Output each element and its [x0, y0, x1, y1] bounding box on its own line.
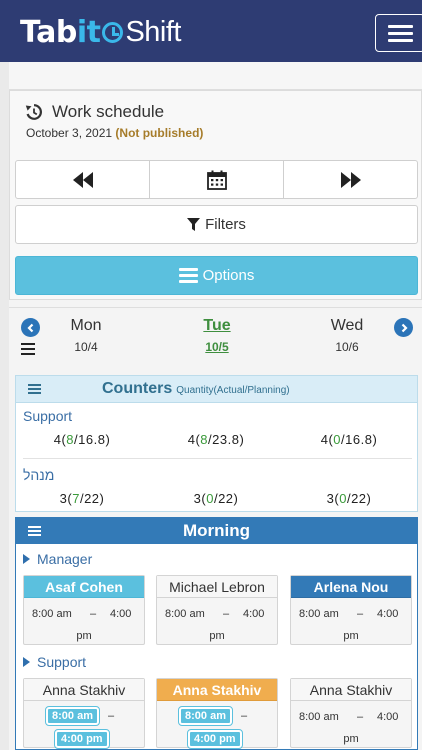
shift-times: 8:00 am – 4:00 pm	[291, 701, 411, 747]
shift-times: 8:00 am – 4:00 pm	[24, 701, 144, 747]
shift-times: 8:00 am – 4:00 pm	[157, 598, 277, 644]
group-toggle-manager[interactable]: Manager	[23, 551, 92, 567]
shift-times: 8:00 am – 4:00 pm	[157, 701, 277, 747]
next-day-button[interactable]	[394, 318, 413, 337]
group-label: Manager	[37, 551, 92, 567]
counters-header: Counters Quantity(Actual/Planning)	[16, 376, 417, 403]
day-date: 10/4	[46, 340, 126, 354]
day-date: 10/6	[307, 340, 387, 354]
day-column-mon[interactable]: Mon 10/4	[46, 317, 126, 354]
shift-card[interactable]: Anna Stakhiv 8:00 am – 4:00 pm	[290, 678, 412, 748]
schedule-title: Work schedule	[25, 102, 164, 122]
day-name: Tue	[177, 317, 257, 335]
hamburger-menu-button[interactable]	[375, 14, 422, 52]
morning-shift-panel: Morning Manager Asaf Cohen 8:00 am – 4:0…	[15, 517, 418, 750]
shift-times: 8:00 am – 4:00 pm	[291, 598, 411, 644]
shift-card[interactable]: Asaf Cohen 8:00 am – 4:00 pm	[23, 575, 145, 645]
counter-row-label: מנהל	[23, 467, 54, 483]
schedule-title-text: Work schedule	[52, 102, 164, 122]
options-button[interactable]: Options	[15, 256, 418, 295]
counter-row-label: Support	[23, 408, 72, 424]
menu-bar-icon	[388, 39, 413, 42]
shift-card[interactable]: Anna Stakhiv 8:00 am – 4:00 pm	[23, 678, 145, 748]
shift-start-badge: 8:00 am	[46, 707, 99, 725]
logo-text-it: it	[77, 15, 101, 50]
chevron-left-icon	[26, 323, 36, 333]
divider	[23, 458, 412, 459]
shift-card[interactable]: Michael Lebron 8:00 am – 4:00 pm	[156, 575, 278, 645]
previous-day-button[interactable]	[21, 318, 40, 337]
filters-label: Filters	[205, 216, 246, 233]
schedule-date: October 3, 2021 (Not published)	[26, 126, 203, 140]
counters-subtitle: Quantity(Actual/Planning)	[176, 385, 289, 396]
counters-title-text: Counters	[102, 380, 172, 397]
day-column-wed[interactable]: Wed 10/6	[307, 317, 387, 354]
shift-card[interactable]: Arlena Nou 8:00 am – 4:00 pm	[290, 575, 412, 645]
fast-forward-icon	[341, 172, 361, 188]
logo-text-shift: Shift	[125, 16, 181, 49]
left-gutter	[0, 62, 9, 750]
caret-right-icon	[23, 554, 30, 564]
employee-name: Asaf Cohen	[24, 576, 144, 598]
shift-start-badge: 8:00 am	[179, 707, 232, 725]
day-name: Mon	[46, 317, 126, 335]
history-icon	[25, 103, 43, 121]
employee-name: Anna Stakhiv	[291, 679, 411, 701]
next-week-button[interactable]	[284, 161, 417, 198]
calendar-icon	[207, 170, 227, 190]
counter-value: 3(0/22)	[294, 491, 404, 506]
counter-value: 4(0/16.8)	[294, 432, 404, 447]
employee-name: Anna Stakhiv	[157, 679, 277, 701]
top-navbar: Tabit Shift	[0, 0, 422, 62]
chevron-right-icon	[399, 323, 409, 333]
counters-title: Counters Quantity(Actual/Planning)	[102, 380, 290, 398]
options-label: Options	[203, 267, 255, 284]
counter-value: 4(8/23.8)	[161, 432, 271, 447]
employee-name: Michael Lebron	[157, 576, 277, 598]
shift-end-badge: 4:00 pm	[188, 730, 242, 748]
morning-title: Morning	[16, 521, 417, 541]
shift-card[interactable]: Anna Stakhiv 8:00 am – 4:00 pm	[156, 678, 278, 748]
group-toggle-support[interactable]: Support	[23, 654, 86, 670]
shift-end-badge: 4:00 pm	[55, 730, 109, 748]
morning-header: Morning	[16, 518, 417, 544]
day-column-tue[interactable]: Tue 10/5	[177, 317, 257, 354]
schedule-date-text: October 3, 2021	[26, 126, 112, 140]
calendar-button[interactable]	[150, 161, 284, 198]
counter-value: 3(0/22)	[161, 491, 271, 506]
counter-value: 3(7/22)	[27, 491, 137, 506]
shift-times: 8:00 am – 4:00 pm	[24, 598, 144, 644]
clock-icon	[102, 22, 123, 43]
day-menu-icon[interactable]	[21, 343, 35, 355]
counter-value: 4(8/16.8)	[27, 432, 137, 447]
week-navigation	[15, 160, 418, 199]
tabit-shift-logo[interactable]: Tabit Shift	[20, 12, 181, 52]
day-date: 10/5	[177, 340, 257, 354]
counters-menu-icon[interactable]	[28, 384, 41, 395]
caret-right-icon	[23, 657, 30, 667]
employee-name: Anna Stakhiv	[24, 679, 144, 701]
menu-bar-icon	[388, 25, 413, 28]
day-name: Wed	[307, 317, 387, 335]
publish-status-text: (Not published)	[115, 126, 203, 140]
menu-bar-icon	[388, 32, 413, 35]
employee-name: Arlena Nou	[291, 576, 411, 598]
group-label: Support	[37, 654, 86, 670]
previous-week-button[interactable]	[16, 161, 150, 198]
list-bars-icon	[179, 268, 198, 283]
fast-backward-icon	[73, 172, 93, 188]
top-spacer	[9, 62, 422, 90]
filters-button[interactable]: Filters	[15, 205, 418, 244]
counters-panel: Counters Quantity(Actual/Planning) Suppor…	[15, 375, 418, 512]
filter-funnel-icon	[187, 218, 200, 231]
logo-text-tab: Tab	[20, 15, 77, 50]
